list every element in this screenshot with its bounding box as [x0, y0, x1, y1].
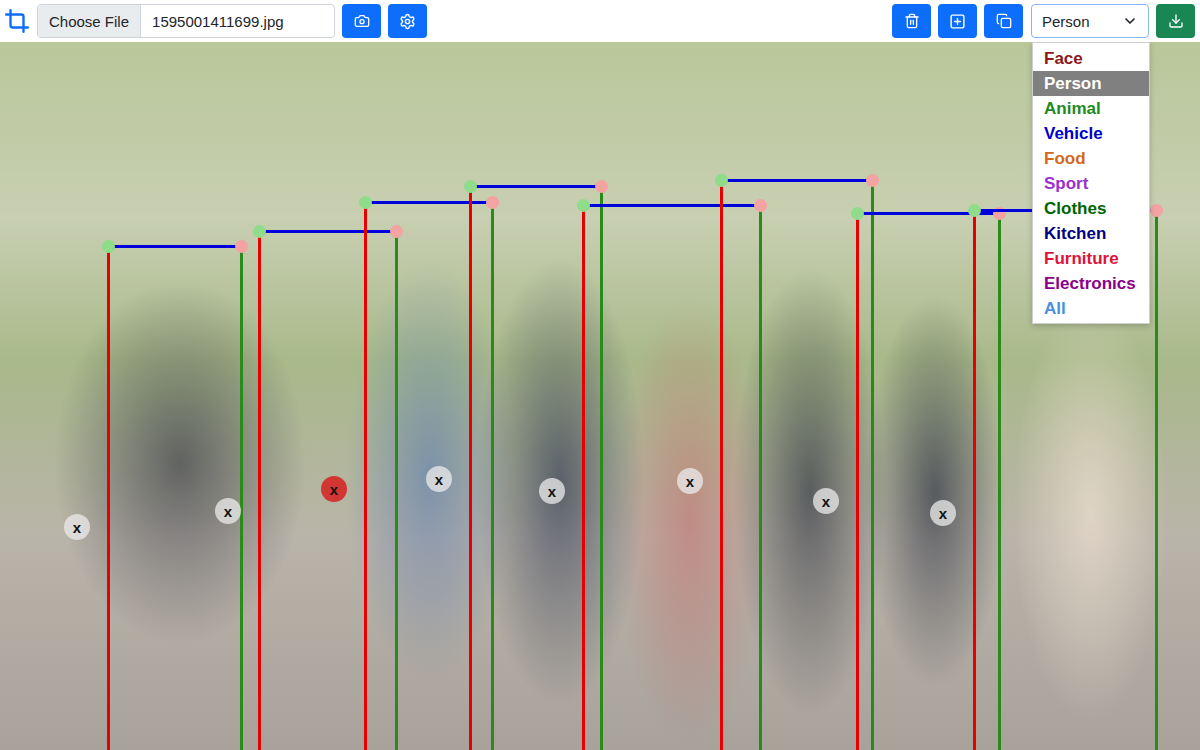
category-menu: FacePersonAnimalVehicleFoodSportClothesK… — [1032, 42, 1150, 324]
annotation-app: Choose File1595001411699.jpgPersonxxxxxx… — [0, 0, 1200, 750]
bounding-box[interactable]: x — [582, 204, 762, 750]
plus-square-icon — [949, 13, 966, 30]
file-name: 1595001411699.jpg — [141, 5, 295, 37]
corner-handle[interactable] — [851, 207, 864, 220]
delete-box-button[interactable]: x — [539, 478, 565, 504]
download-icon — [1168, 13, 1184, 29]
delete-box-button[interactable]: x — [215, 498, 241, 524]
download-button[interactable] — [1156, 4, 1195, 38]
category-option[interactable]: Person — [1033, 71, 1149, 96]
category-option[interactable]: Animal — [1033, 96, 1149, 121]
category-value: Person — [1042, 13, 1090, 30]
copy-icon — [996, 13, 1012, 29]
toolbar-left: Choose File1595001411699.jpg — [4, 4, 427, 38]
image-canvas[interactable]: x x x x x x x x FacePersonAnimalVehicleFoodSport… — [0, 42, 1200, 750]
camera-button[interactable] — [342, 4, 381, 38]
corner-handle[interactable] — [1150, 204, 1163, 217]
chevron-down-icon — [1122, 13, 1138, 29]
settings-icon — [399, 13, 416, 30]
detect-button[interactable] — [388, 4, 427, 38]
category-option[interactable]: Face — [1033, 46, 1149, 71]
delete-box-button[interactable]: x — [64, 514, 90, 540]
category-select[interactable]: Person — [1031, 4, 1149, 38]
corner-handle[interactable] — [235, 240, 248, 253]
crop-icon[interactable] — [4, 8, 30, 34]
category-option[interactable]: Sport — [1033, 171, 1149, 196]
corner-handle[interactable] — [577, 199, 590, 212]
camera-icon — [354, 13, 370, 29]
delete-box-button[interactable]: x — [930, 500, 956, 526]
delete-all-button[interactable] — [892, 4, 931, 38]
file-input[interactable]: Choose File1595001411699.jpg — [37, 4, 335, 38]
corner-handle[interactable] — [595, 180, 608, 193]
delete-box-button[interactable]: x — [813, 488, 839, 514]
delete-box-button[interactable]: x — [321, 476, 347, 502]
category-option[interactable]: Electronics — [1033, 271, 1149, 296]
corner-handle[interactable] — [866, 174, 879, 187]
corner-handle[interactable] — [359, 196, 372, 209]
corner-handle[interactable] — [253, 225, 266, 238]
toolbar-right: Person — [892, 4, 1195, 38]
corner-handle[interactable] — [102, 240, 115, 253]
bounding-box[interactable]: x — [720, 179, 874, 750]
corner-handle[interactable] — [486, 196, 499, 209]
choose-file-button[interactable]: Choose File — [38, 5, 141, 37]
category-option[interactable]: Food — [1033, 146, 1149, 171]
corner-handle[interactable] — [968, 204, 981, 217]
bounding-box[interactable]: x — [856, 212, 1001, 750]
delete-box-button[interactable]: x — [677, 468, 703, 494]
corner-handle[interactable] — [715, 174, 728, 187]
trash-icon — [904, 13, 920, 29]
category-option[interactable]: Vehicle — [1033, 121, 1149, 146]
corner-handle[interactable] — [390, 225, 403, 238]
delete-box-button[interactable]: x — [426, 466, 452, 492]
category-option[interactable]: Furniture — [1033, 246, 1149, 271]
category-option[interactable]: All — [1033, 296, 1149, 321]
corner-handle[interactable] — [754, 199, 767, 212]
category-option[interactable]: Kitchen — [1033, 221, 1149, 246]
add-box-button[interactable] — [938, 4, 977, 38]
category-option[interactable]: Clothes — [1033, 196, 1149, 221]
bounding-box[interactable]: x — [107, 245, 243, 750]
toolbar: Choose File1595001411699.jpg Person — [0, 0, 1200, 42]
duplicate-button[interactable] — [984, 4, 1023, 38]
corner-handle[interactable] — [464, 180, 477, 193]
